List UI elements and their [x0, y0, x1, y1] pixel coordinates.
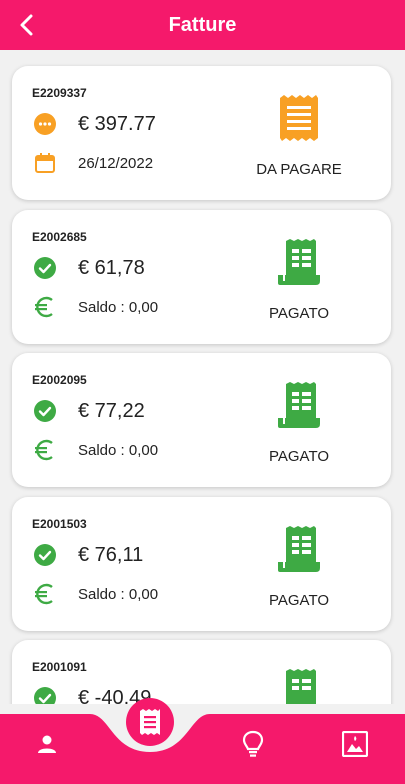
invoice-status: PAGATO	[268, 592, 329, 609]
euro-icon	[35, 583, 53, 605]
invoice-card[interactable]: E2002095 € 77,22 Saldo : 0,00 PAGATO	[12, 353, 391, 487]
nav-invoices-button[interactable]	[126, 698, 174, 746]
invoice-list: E2209337 € 397.77 26/12/2022 DA PAGARE E…	[0, 50, 405, 704]
check-circle-icon	[34, 400, 56, 422]
receipt-icon	[140, 709, 160, 735]
receipt-icon	[278, 382, 320, 428]
invoice-status: PAGATO	[268, 305, 329, 322]
invoice-status: PAGATO	[268, 448, 329, 465]
check-circle-icon	[34, 687, 56, 704]
app-bar: Fatture	[0, 0, 405, 50]
invoice-amount: € 76,11	[78, 544, 144, 566]
euro-icon	[35, 296, 53, 318]
invoice-balance: Saldo : 0,00	[78, 442, 159, 459]
invoice-amount: € 61,78	[78, 257, 145, 279]
invoice-card[interactable]: E2209337 € 397.77 26/12/2022 DA PAGARE	[12, 66, 391, 200]
invoice-code: E2002685	[32, 230, 87, 244]
check-circle-icon	[34, 544, 56, 566]
receipt-icon	[280, 95, 318, 141]
nav-gallery-button[interactable]	[337, 726, 373, 762]
invoice-card[interactable]: E2001091 € -40,49	[12, 640, 391, 704]
bottom-navigation	[0, 704, 405, 784]
euro-icon	[35, 439, 53, 461]
invoice-balance: Saldo : 0,00	[78, 299, 159, 316]
invoice-amount: € 77,22	[78, 400, 145, 422]
receipt-icon	[286, 669, 316, 704]
invoice-amount: € 397.77	[78, 113, 156, 135]
nav-tips-button[interactable]	[235, 726, 271, 762]
receipt-icon	[278, 239, 320, 285]
invoice-code: E2001503	[32, 517, 87, 531]
calendar-icon	[35, 153, 55, 173]
invoice-card[interactable]: E2001503 € 76,11 Saldo : 0,00 PAGATO	[12, 497, 391, 631]
check-circle-icon	[34, 257, 56, 279]
invoice-balance: Saldo : 0,00	[78, 586, 159, 603]
lightbulb-icon	[242, 730, 264, 757]
page-title: Fatture	[168, 14, 237, 36]
photo-icon	[342, 731, 368, 757]
nav-profile-button[interactable]	[29, 726, 65, 762]
invoice-code: E2001091	[32, 660, 87, 674]
invoice-code: E2209337	[32, 86, 87, 100]
invoice-card[interactable]: E2002685 € 61,78 Saldo : 0,00 PAGATO	[12, 210, 391, 344]
more-horizontal-icon	[34, 113, 56, 135]
person-icon	[38, 735, 56, 753]
receipt-icon	[278, 526, 320, 572]
invoice-status: DA PAGARE	[256, 161, 342, 178]
invoice-code: E2002095	[32, 373, 87, 387]
invoice-due-date: 26/12/2022	[78, 155, 154, 172]
